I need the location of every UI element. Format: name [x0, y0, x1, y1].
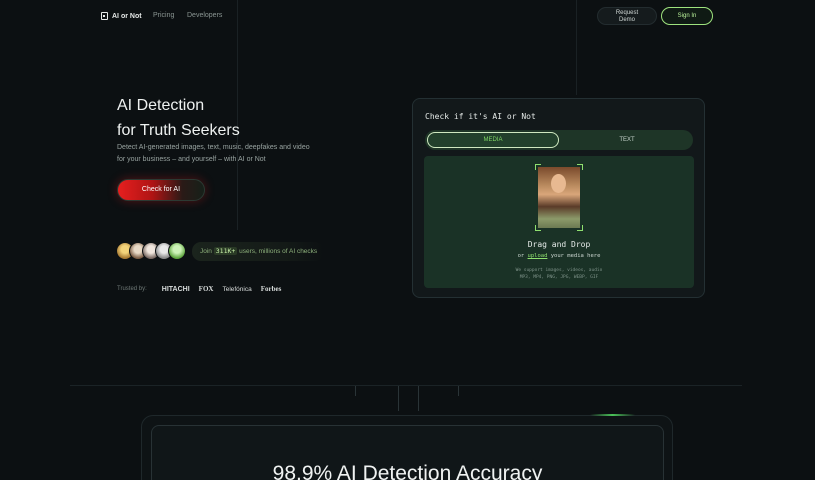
upload-link[interactable]: upload: [528, 253, 548, 259]
media-dropzone[interactable]: Drag and Drop or upload your media here …: [424, 156, 694, 288]
user-avatars: [116, 242, 186, 260]
supported-formats: We support images, videos, audio MP3, MP…: [424, 267, 694, 281]
trusted-label: Trusted by:: [117, 286, 147, 292]
logo-text: AI or Not: [112, 12, 142, 20]
frame-corner-icon: [535, 164, 541, 170]
grid-tick: [398, 386, 399, 411]
join-suffix: users, millions of AI checks: [239, 248, 318, 255]
brand-telefonica-logo: Telefónica: [222, 285, 252, 293]
drag-drop-title: Drag and Drop: [527, 240, 591, 249]
user-count: 311K+: [213, 247, 238, 255]
frame-corner-icon: [535, 225, 541, 231]
grid-line: [576, 0, 577, 95]
sign-in-button[interactable]: Sign In: [661, 7, 713, 25]
drag-rest: your media here: [550, 253, 601, 259]
join-users-badge: Join 311K+ users, millions of AI checks: [192, 242, 324, 261]
join-prefix: Join: [200, 248, 212, 255]
hero-title: AI Detection for Truth Seekers: [117, 93, 240, 143]
request-demo-button[interactable]: Request Demo: [597, 7, 657, 25]
trusted-by-row: Trusted by: HITACHI FOX Telefónica Forbe…: [117, 285, 281, 293]
nav-pricing[interactable]: Pricing: [153, 12, 174, 19]
brand-forbes-logo: Forbes: [260, 285, 282, 293]
panel-glow: [590, 414, 635, 416]
section-divider: [70, 385, 742, 386]
request-demo-label-line2: Demo: [618, 17, 635, 23]
frame-corner-icon: [577, 164, 583, 170]
hero-title-line2: for Truth Seekers: [117, 122, 240, 139]
grid-tick: [355, 386, 356, 396]
tab-text[interactable]: TEXT: [561, 130, 693, 150]
request-demo-label-line1: Request: [615, 10, 639, 16]
grid-tick: [418, 386, 419, 411]
nav-developers[interactable]: Developers: [187, 12, 222, 19]
sample-image: [538, 167, 580, 228]
grid-tick: [458, 386, 459, 396]
hero-title-line1: AI Detection: [117, 97, 205, 114]
hero-subtitle: Detect AI-generated images, text, music,…: [117, 144, 310, 163]
brand-hitachi-logo: HITACHI: [161, 285, 190, 293]
drag-or: or: [517, 253, 525, 259]
media-type-toggle: MEDIA TEXT: [425, 130, 693, 150]
check-for-ai-button[interactable]: Check for AI: [117, 179, 205, 201]
sample-image-frame: [535, 164, 583, 231]
card-title: Check if it's AI or Not: [425, 112, 536, 121]
tab-media[interactable]: MEDIA: [427, 132, 559, 148]
brand-fox-logo: FOX: [198, 285, 214, 293]
drag-drop-subtitle: or upload your media here: [424, 253, 694, 259]
avatar: [168, 242, 186, 260]
supported-types: We support images, videos, audio: [515, 268, 603, 273]
logo[interactable]: AI or Not: [101, 12, 142, 20]
frame-corner-icon: [577, 225, 583, 231]
ai-check-card: Check if it's AI or Not MEDIA TEXT Drag …: [412, 98, 705, 298]
logo-icon: [101, 12, 108, 20]
accuracy-heading: 98.9% AI Detection Accuracy: [272, 462, 543, 480]
supported-extensions: MP3, MP4, PNG, JPG, WEBP, GIF: [519, 275, 599, 280]
